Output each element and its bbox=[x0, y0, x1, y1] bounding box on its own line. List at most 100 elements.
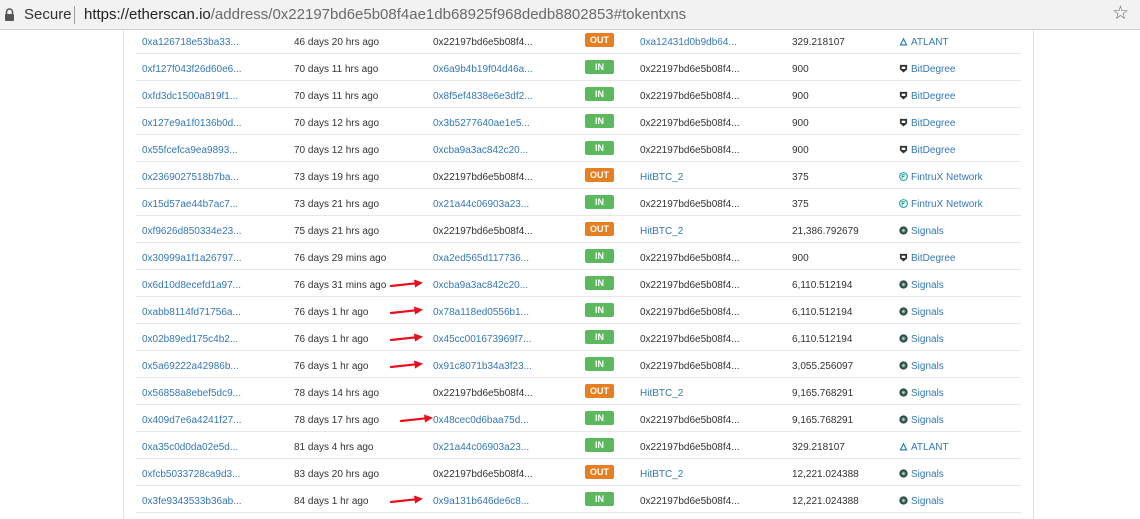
token-value: 900 bbox=[792, 64, 809, 75]
from-address[interactable]: 0x8f5ef4838e6e3df2... bbox=[433, 91, 533, 103]
bitdegree-icon bbox=[899, 64, 908, 73]
token-name[interactable]: FintruX Network bbox=[899, 172, 983, 184]
token-name[interactable]: BitDegree bbox=[899, 64, 955, 76]
url-path: /address/0x22197bd6e5b08f4ae1db68925f968… bbox=[210, 6, 687, 23]
from-address[interactable]: 0x6a9b4b19f04d46a... bbox=[433, 64, 533, 76]
token-name-label[interactable]: Signals bbox=[911, 226, 944, 237]
table-row: 0x3fe9343533b36ab... 84 days 1 hr ago 0x9a… bbox=[136, 486, 1021, 513]
token-name-label[interactable]: ATLANT bbox=[911, 442, 949, 453]
token-name-label[interactable]: Signals bbox=[911, 280, 944, 291]
tx-hash-link[interactable]: 0x409d7e6a4241f27... bbox=[142, 415, 242, 427]
token-name-label[interactable]: BitDegree bbox=[911, 145, 955, 156]
age-text: 73 days 19 hrs ago bbox=[294, 172, 380, 183]
token-name-label[interactable]: Signals bbox=[911, 307, 944, 318]
to-address[interactable]: HitBTC_2 bbox=[640, 469, 683, 481]
token-name[interactable]: BitDegree bbox=[899, 91, 955, 103]
bookmark-star-icon[interactable]: ☆ bbox=[1112, 4, 1129, 24]
token-name-label[interactable]: Signals bbox=[911, 388, 944, 399]
direction-badge: IN bbox=[585, 87, 614, 101]
token-name-label[interactable]: Signals bbox=[911, 361, 944, 372]
browser-address-bar[interactable]: Secure https://etherscan.io/address/0x22… bbox=[0, 0, 1140, 30]
url-text[interactable]: https://etherscan.io/address/0x22197bd6e… bbox=[84, 6, 686, 24]
token-name-label[interactable]: BitDegree bbox=[911, 91, 955, 102]
to-address[interactable]: HitBTC_2 bbox=[640, 226, 683, 238]
tx-hash-link[interactable]: 0x56858a8ebef5dc9... bbox=[142, 388, 241, 400]
from-address[interactable]: 0x9a131b646de6c8... bbox=[433, 496, 529, 508]
tx-hash-link[interactable]: 0x6d10d8ecefd1a97... bbox=[142, 280, 241, 292]
tx-hash-link[interactable]: 0x2369027518b7ba... bbox=[142, 172, 239, 184]
token-name[interactable]: Signals bbox=[899, 496, 944, 508]
token-name[interactable]: FintruX Network bbox=[899, 199, 983, 211]
from-address[interactable]: 0x91c8071b34a3f23... bbox=[433, 361, 532, 373]
token-name-label[interactable]: BitDegree bbox=[911, 64, 955, 75]
tx-hash-link[interactable]: 0xabb8114fd71756a... bbox=[142, 307, 241, 319]
tx-hash-link[interactable]: 0x02b89ed175c4b2... bbox=[142, 334, 238, 346]
from-address[interactable]: 0x45cc001673969f7... bbox=[433, 334, 531, 346]
tx-hash-link[interactable]: 0x3fe9343533b36ab... bbox=[142, 496, 242, 508]
age-text: 76 days 31 mins ago bbox=[294, 280, 387, 291]
direction-badge: OUT bbox=[585, 384, 614, 398]
to-address: 0x22197bd6e5b08f4... bbox=[640, 307, 740, 318]
to-address: 0x22197bd6e5b08f4... bbox=[640, 334, 740, 345]
tx-hash-link[interactable]: 0x5a69222a42986b... bbox=[142, 361, 239, 373]
tx-hash-link[interactable]: 0xfcb5033728ca9d3... bbox=[142, 469, 240, 481]
token-name[interactable]: Signals bbox=[899, 280, 944, 292]
from-address: 0x22197bd6e5b08f4... bbox=[433, 226, 533, 237]
from-address[interactable]: 0xcba9a3ac842c20... bbox=[433, 280, 528, 292]
token-name-label[interactable]: FintruX Network bbox=[911, 199, 983, 210]
token-name-label[interactable]: BitDegree bbox=[911, 253, 955, 264]
token-name-label[interactable]: FintruX Network bbox=[911, 172, 983, 183]
token-name[interactable]: Signals bbox=[899, 469, 944, 481]
direction-badge: IN bbox=[585, 411, 614, 425]
token-name-label[interactable]: Signals bbox=[911, 496, 944, 507]
token-name[interactable]: BitDegree bbox=[899, 118, 955, 130]
token-name[interactable]: Signals bbox=[899, 388, 944, 400]
from-address[interactable]: 0x21a44c06903a23... bbox=[433, 442, 529, 454]
tx-hash-link[interactable]: 0xfd3dc1500a819f1... bbox=[142, 91, 238, 103]
age-text: 76 days 1 hr ago bbox=[294, 307, 369, 318]
token-name-label[interactable]: BitDegree bbox=[911, 118, 955, 129]
token-name[interactable]: Signals bbox=[899, 226, 944, 238]
age-text: 81 days 4 hrs ago bbox=[294, 442, 374, 453]
to-address: 0x22197bd6e5b08f4... bbox=[640, 361, 740, 372]
tx-hash-link[interactable]: 0xf9626d850334e23... bbox=[142, 226, 242, 238]
from-address[interactable]: 0x48cec0d6baa75d... bbox=[433, 415, 529, 427]
tx-hash-link[interactable]: 0xa35c0d0da02e5d... bbox=[142, 442, 238, 454]
token-value: 900 bbox=[792, 253, 809, 264]
direction-badge: IN bbox=[585, 249, 614, 263]
token-name[interactable]: ATLANT bbox=[899, 442, 949, 454]
to-address[interactable]: 0xa12431d0b9db64... bbox=[640, 37, 737, 49]
token-name[interactable]: Signals bbox=[899, 361, 944, 373]
to-address[interactable]: HitBTC_2 bbox=[640, 388, 683, 400]
token-name-label[interactable]: Signals bbox=[911, 415, 944, 426]
tx-hash-link[interactable]: 0x55fcefca9ea9893... bbox=[142, 145, 238, 157]
table-row: 0xabb8114fd71756a... 76 days 1 hr ago 0x78… bbox=[136, 297, 1021, 324]
age-text: 83 days 20 hrs ago bbox=[294, 469, 380, 480]
tx-hash-link[interactable]: 0x15d57ae44b7ac7... bbox=[142, 199, 238, 211]
token-name-label[interactable]: ATLANT bbox=[911, 37, 949, 48]
age-text: 73 days 21 hrs ago bbox=[294, 199, 380, 210]
signals-icon bbox=[899, 334, 908, 343]
tx-hash-link[interactable]: 0x30999a1f1a26797... bbox=[142, 253, 242, 265]
tx-hash-link[interactable]: 0xf127f043f26d60e6... bbox=[142, 64, 242, 76]
token-name[interactable]: ATLANT bbox=[899, 37, 949, 49]
url-domain: https://etherscan.io bbox=[84, 6, 211, 23]
to-address: 0x22197bd6e5b08f4... bbox=[640, 118, 740, 129]
token-name[interactable]: BitDegree bbox=[899, 145, 955, 157]
token-name[interactable]: Signals bbox=[899, 415, 944, 427]
from-address[interactable]: 0x21a44c06903a23... bbox=[433, 199, 529, 211]
token-name-label[interactable]: Signals bbox=[911, 334, 944, 345]
token-name[interactable]: BitDegree bbox=[899, 253, 955, 265]
tx-hash-link[interactable]: 0x127e9a1f0136b0d... bbox=[142, 118, 242, 130]
from-address[interactable]: 0xa2ed565d117736... bbox=[433, 253, 529, 265]
from-address[interactable]: 0x78a118ed0556b1... bbox=[433, 307, 529, 319]
table-row: 0x127e9a1f0136b0d... 70 days 12 hrs ago 0x… bbox=[136, 108, 1021, 135]
token-name[interactable]: Signals bbox=[899, 307, 944, 319]
from-address[interactable]: 0x3b5277640ae1e5... bbox=[433, 118, 530, 130]
signals-icon bbox=[899, 280, 908, 289]
from-address[interactable]: 0xcba9a3ac842c20... bbox=[433, 145, 528, 157]
to-address[interactable]: HitBTC_2 bbox=[640, 172, 683, 184]
token-name[interactable]: Signals bbox=[899, 334, 944, 346]
token-name-label[interactable]: Signals bbox=[911, 469, 944, 480]
tx-hash-link[interactable]: 0xa126718e53ba33... bbox=[142, 37, 239, 49]
